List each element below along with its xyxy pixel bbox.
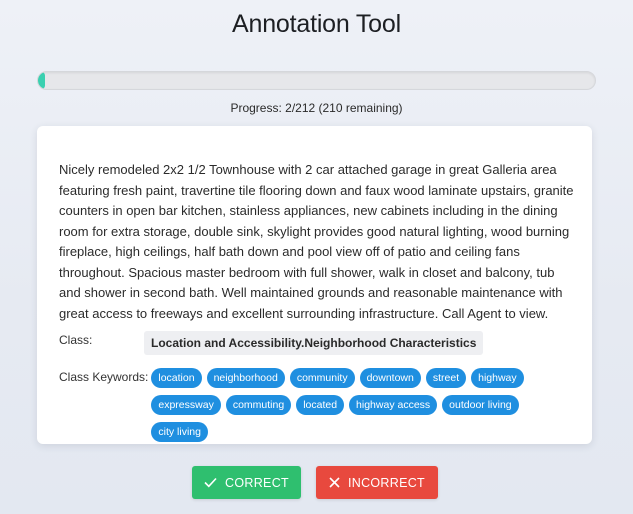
progress-text: Progress: 2/212 (210 remaining): [230, 101, 403, 115]
page-title: Annotation Tool: [232, 10, 401, 38]
keyword-chip[interactable]: located: [296, 395, 345, 415]
keyword-chip[interactable]: downtown: [359, 368, 421, 388]
keyword-chip[interactable]: highway: [471, 368, 524, 388]
correct-button[interactable]: CORRECT: [192, 466, 301, 499]
correct-button-label: CORRECT: [225, 475, 289, 490]
keyword-chip[interactable]: location: [151, 368, 202, 388]
keyword-list: location neighborhood community downtown…: [151, 368, 574, 442]
progress-bar: [37, 71, 596, 90]
class-label: Class:: [59, 333, 93, 347]
keyword-chip[interactable]: expressway: [151, 395, 221, 415]
item-description: Nicely remodeled 2x2 1/2 Townhouse with …: [59, 162, 574, 321]
keyword-chip[interactable]: neighborhood: [206, 368, 285, 388]
keywords-label: Class Keywords:: [59, 370, 149, 384]
annotation-card: Nicely remodeled 2x2 1/2 Townhouse with …: [37, 126, 592, 444]
keyword-chip[interactable]: outdoor living: [442, 395, 519, 415]
keyword-chip[interactable]: city living: [151, 422, 208, 442]
keyword-chip[interactable]: community: [289, 368, 355, 388]
class-row: Class: Location and Accessibility.Neighb…: [59, 331, 574, 355]
keyword-chip[interactable]: commuting: [225, 395, 292, 415]
incorrect-button-label: INCORRECT: [347, 475, 425, 490]
x-icon: [329, 477, 340, 488]
keyword-chip[interactable]: highway access: [349, 395, 438, 415]
incorrect-button[interactable]: INCORRECT: [316, 466, 438, 499]
keyword-chip[interactable]: street: [425, 368, 467, 388]
check-icon: [204, 477, 217, 488]
progress-bar-fill: [38, 72, 45, 89]
keywords-row: Class Keywords: location neighborhood co…: [59, 368, 574, 442]
class-value: Location and Accessibility.Neighborhood …: [144, 331, 484, 355]
